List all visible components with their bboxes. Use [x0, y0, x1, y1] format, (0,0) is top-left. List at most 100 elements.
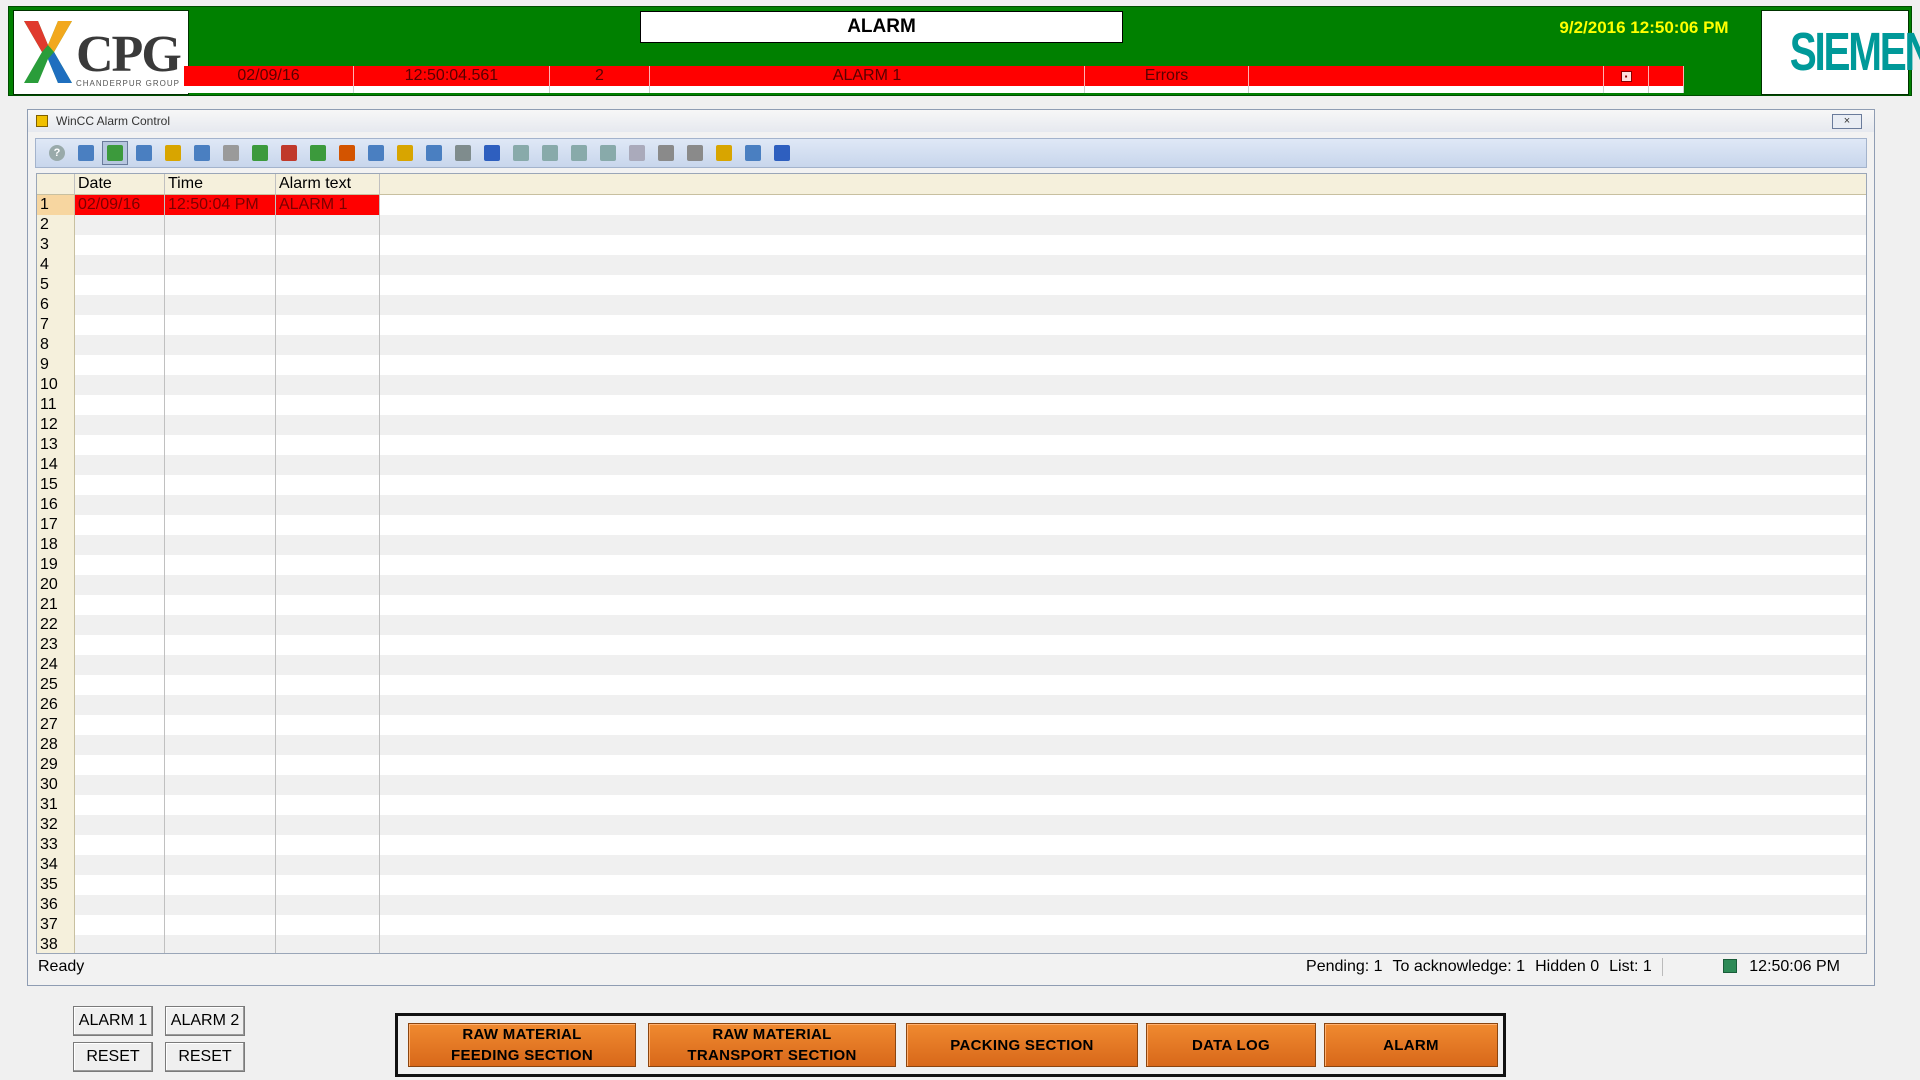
table-row[interactable]: 21 — [37, 595, 1866, 615]
table-row[interactable]: 30 — [37, 775, 1866, 795]
toolbar-display-options-button[interactable] — [392, 141, 418, 165]
toolbar-loop-in-alarm-button[interactable] — [682, 141, 708, 165]
nav-raw-material-transport-button[interactable]: RAW MATERIAL TRANSPORT SECTION — [648, 1023, 896, 1067]
table-row[interactable]: 9 — [37, 355, 1866, 375]
alarm-line[interactable]: 02/09/16 12:50:04.561 2 ALARM 1 Errors ▪ — [184, 66, 1684, 86]
column-header-date[interactable]: Date — [75, 174, 165, 194]
reset-1-button[interactable]: RESET — [73, 1042, 153, 1072]
time-cell — [165, 875, 276, 895]
time-cell — [165, 835, 276, 855]
column-header-time[interactable]: Time — [165, 174, 276, 194]
toolbar-last-message-button[interactable] — [595, 141, 621, 165]
toolbar-hit-list-button[interactable] — [218, 141, 244, 165]
filler-cell — [380, 635, 1866, 655]
table-row[interactable]: 11 — [37, 395, 1866, 415]
toolbar-autoscroll-button[interactable] — [479, 141, 505, 165]
table-row[interactable]: 14 — [37, 455, 1866, 475]
alarm-text-cell — [276, 435, 380, 455]
table-row[interactable]: 13 — [37, 435, 1866, 455]
clock-icon — [1722, 959, 1737, 973]
nav-packing-section-button[interactable]: PACKING SECTION — [906, 1023, 1138, 1067]
column-header-filler — [380, 174, 1866, 194]
time-cell — [165, 275, 276, 295]
column-header-alarm-text[interactable]: Alarm text — [276, 174, 380, 194]
table-row[interactable]: 27 — [37, 715, 1866, 735]
nav-raw-trans-line2: TRANSPORT SECTION — [687, 1047, 857, 1064]
toolbar-long-term-archive-button[interactable] — [160, 141, 186, 165]
toolbar-lock-dialog-button[interactable] — [421, 141, 447, 165]
table-row[interactable]: 37 — [37, 915, 1866, 935]
toolbar-previous-message-button[interactable] — [537, 141, 563, 165]
table-row[interactable]: 19 — [37, 555, 1866, 575]
toolbar-lock-list-button[interactable] — [189, 141, 215, 165]
table-row[interactable]: 8 — [37, 335, 1866, 355]
table-row[interactable]: 4 — [37, 255, 1866, 275]
alarm-1-button[interactable]: ALARM 1 — [73, 1006, 153, 1036]
toolbar-info-text-button[interactable] — [624, 141, 650, 165]
date-cell — [75, 935, 165, 953]
table-row[interactable]: 7 — [37, 315, 1866, 335]
table-row[interactable]: 32 — [37, 815, 1866, 835]
filler-cell — [380, 735, 1866, 755]
hidden-list-icon — [252, 145, 268, 161]
toolbar-lock-button[interactable] — [711, 141, 737, 165]
table-row[interactable]: 23 — [37, 635, 1866, 655]
toolbar-first-message-button[interactable] — [508, 141, 534, 165]
status-to-acknowledge: To acknowledge: 1 — [1392, 958, 1526, 975]
table-row[interactable]: 35 — [37, 875, 1866, 895]
nav-raw-material-feeding-button[interactable]: RAW MATERIAL FEEDING SECTION — [408, 1023, 636, 1067]
window-close-button[interactable]: × — [1832, 114, 1862, 129]
table-row[interactable]: 20 — [37, 575, 1866, 595]
toolbar-emergency-ack-button[interactable] — [334, 141, 360, 165]
table-row[interactable]: 25 — [37, 675, 1866, 695]
toolbar-hidden-list-button[interactable] — [247, 141, 273, 165]
table-row[interactable]: 28 — [37, 735, 1866, 755]
table-row[interactable]: 38 — [37, 935, 1866, 953]
toolbar-selection-dialog-button[interactable] — [363, 141, 389, 165]
table-row[interactable]: 1 02/09/16 12:50:04 PM ALARM 1 — [37, 195, 1866, 215]
table-row[interactable]: 15 — [37, 475, 1866, 495]
table-row[interactable]: 3 — [37, 235, 1866, 255]
alarm-2-button[interactable]: ALARM 2 — [165, 1006, 245, 1036]
table-row[interactable]: 16 — [37, 495, 1866, 515]
table-row[interactable]: 26 — [37, 695, 1866, 715]
nav-data-log-button[interactable]: DATA LOG — [1146, 1023, 1316, 1067]
header-datetime: 9/2/2016 12:50:06 PM — [1559, 18, 1729, 37]
table-row[interactable]: 5 — [37, 275, 1866, 295]
table-row[interactable]: 10 — [37, 375, 1866, 395]
reset-2-button[interactable]: RESET — [165, 1042, 245, 1072]
table-row[interactable]: 22 — [37, 615, 1866, 635]
wincc-alarm-icon — [36, 115, 48, 127]
nav-alarm-button[interactable]: ALARM — [1324, 1023, 1498, 1067]
toolbar-message-list-button[interactable] — [102, 141, 128, 165]
table-row[interactable]: 18 — [37, 535, 1866, 555]
alarm-table[interactable]: Date Time Alarm text 1 02/09/16 12:50:04 P… — [36, 173, 1867, 954]
toolbar-short-term-archive-button[interactable] — [131, 141, 157, 165]
alarm-line-loop-button[interactable]: ▪ — [1604, 66, 1649, 86]
table-row[interactable]: 36 — [37, 895, 1866, 915]
row-number-cell: 34 — [37, 855, 75, 875]
toolbar-group-acknowledge-button[interactable] — [305, 141, 331, 165]
date-cell — [75, 315, 165, 335]
toolbar-sort-button[interactable] — [740, 141, 766, 165]
table-row[interactable]: 17 — [37, 515, 1866, 535]
column-header-index[interactable] — [37, 174, 75, 194]
table-row[interactable]: 24 — [37, 655, 1866, 675]
toolbar-help-button[interactable]: ? — [44, 141, 70, 165]
table-row[interactable]: 33 — [37, 835, 1866, 855]
filler-cell — [380, 755, 1866, 775]
toolbar-comment-button[interactable] — [653, 141, 679, 165]
toolbar-time-base-button[interactable] — [769, 141, 795, 165]
table-row[interactable]: 12 — [37, 415, 1866, 435]
toolbar-config-button[interactable] — [73, 141, 99, 165]
alarm-text-cell — [276, 635, 380, 655]
table-row[interactable]: 2 — [37, 215, 1866, 235]
toolbar-next-message-button[interactable] — [566, 141, 592, 165]
alarm-text-cell — [276, 675, 380, 695]
toolbar-single-acknowledge-button[interactable] — [276, 141, 302, 165]
table-row[interactable]: 6 — [37, 295, 1866, 315]
toolbar-print-button[interactable] — [450, 141, 476, 165]
table-row[interactable]: 34 — [37, 855, 1866, 875]
table-row[interactable]: 31 — [37, 795, 1866, 815]
table-row[interactable]: 29 — [37, 755, 1866, 775]
